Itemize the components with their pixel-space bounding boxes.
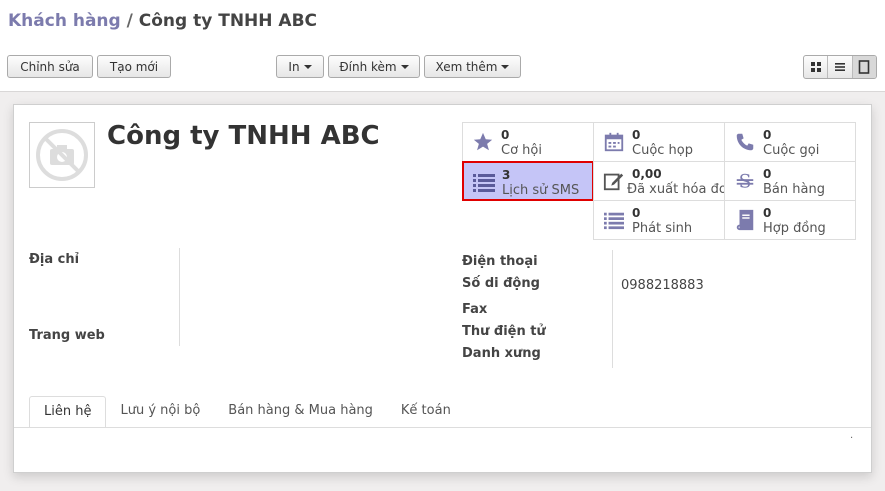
breadcrumb-separator: / xyxy=(126,11,133,31)
stat-label: Bán hàng xyxy=(763,182,825,197)
create-button[interactable]: Tạo mới xyxy=(97,55,171,78)
no-image-icon xyxy=(36,129,88,181)
address-label: Địa chỉ xyxy=(29,252,80,267)
star-icon xyxy=(471,130,495,154)
field-divider xyxy=(179,248,180,346)
breadcrumb-parent[interactable]: Khách hàng xyxy=(8,11,121,31)
tab-contacts[interactable]: Liên hệ xyxy=(29,396,107,428)
tab-divider xyxy=(14,427,871,428)
edit-button-label: Chỉnh sửa xyxy=(20,59,80,74)
list-icon xyxy=(472,170,496,194)
print-label: In xyxy=(288,59,300,74)
partner-avatar[interactable] xyxy=(29,122,95,188)
notebook-tabs: Liên hệ Lưu ý nội bộ Bán hàng & Mua hàng… xyxy=(29,396,465,428)
create-button-label: Tạo mới xyxy=(109,59,159,74)
tab-internal-notes[interactable]: Lưu ý nội bộ xyxy=(106,396,214,428)
stat-label: Cơ hội xyxy=(501,143,542,158)
caret-down-icon xyxy=(400,64,409,69)
email-label: Thư điện tử xyxy=(462,324,546,339)
caret-down-icon xyxy=(303,64,312,69)
caret-down-icon xyxy=(501,64,510,69)
form-icon xyxy=(859,60,870,74)
phone-label: Điện thoại xyxy=(462,254,538,269)
stat-value: 0 xyxy=(763,206,772,220)
meetings-button[interactable]: 0 Cuộc họp xyxy=(593,122,725,162)
form-sheet: Công ty TNHH ABC 0 Cơ hội 0 Cuộc họp 0 C… xyxy=(13,104,872,473)
list-icon xyxy=(602,208,626,232)
stat-value: 0 xyxy=(763,128,772,142)
stat-label: Hợp đồng xyxy=(763,221,826,236)
tab-sales-purchase[interactable]: Bán hàng & Mua hàng xyxy=(214,396,387,428)
journal-items-button[interactable]: 0 Phát sinh xyxy=(593,200,725,240)
list-view-button[interactable] xyxy=(828,56,853,78)
title-label: Danh xưng xyxy=(462,346,541,361)
book-icon xyxy=(733,208,757,232)
form-view-button[interactable] xyxy=(852,56,876,78)
pencil-icon xyxy=(602,169,626,193)
stat-value: 0 xyxy=(763,167,772,181)
breadcrumb: Khách hàng / Công ty TNHH ABC xyxy=(8,11,317,31)
contracts-button[interactable]: 0 Hợp đồng xyxy=(724,200,856,240)
stat-value: 0 xyxy=(501,128,510,142)
attach-label: Đính kèm xyxy=(339,59,397,74)
edit-button[interactable]: Chỉnh sửa xyxy=(7,55,93,78)
grid-icon xyxy=(810,62,821,72)
calls-button[interactable]: 0 Cuộc gọi xyxy=(724,122,856,162)
more-label: Xem thêm xyxy=(435,59,498,74)
attach-dropdown[interactable]: Đính kèm xyxy=(328,55,420,78)
fax-label: Fax xyxy=(462,302,488,317)
stat-label: Đã xuất hóa đơn xyxy=(627,182,736,197)
print-dropdown[interactable]: In xyxy=(276,55,324,78)
stat-label: Lịch sử SMS xyxy=(502,183,580,198)
mobile-value[interactable]: 0988218883 xyxy=(621,278,704,293)
website-label: Trang web xyxy=(29,328,105,343)
tab-accounting[interactable]: Kế toán xyxy=(387,396,465,428)
mobile-label: Số di động xyxy=(462,276,540,291)
stat-value: 0,00 xyxy=(632,167,662,181)
opportunities-button[interactable]: 0 Cơ hội xyxy=(462,122,594,162)
stat-value: 0 xyxy=(632,128,641,142)
field-divider xyxy=(612,250,613,368)
smart-button-box: 0 Cơ hội 0 Cuộc họp 0 Cuộc gọi 3 Lịch sử… xyxy=(462,122,857,240)
breadcrumb-current: Công ty TNHH ABC xyxy=(138,11,318,31)
sales-button[interactable]: S 0 Bán hàng xyxy=(724,161,856,201)
partner-name: Công ty TNHH ABC xyxy=(107,121,380,151)
invoiced-button[interactable]: 0,00 Đã xuất hóa đơn xyxy=(593,161,735,201)
stat-value: 3 xyxy=(502,168,511,182)
list-icon xyxy=(834,63,845,71)
tab-content-dot: . xyxy=(850,430,854,441)
stat-value: 0 xyxy=(632,206,641,220)
more-dropdown[interactable]: Xem thêm xyxy=(424,55,521,78)
svg-text:S: S xyxy=(739,171,752,192)
stat-label: Cuộc gọi xyxy=(763,143,820,158)
sms-history-button[interactable]: 3 Lịch sử SMS xyxy=(462,161,594,201)
stat-label: Phát sinh xyxy=(632,221,693,236)
control-panel: Khách hàng / Công ty TNHH ABC Chỉnh sửa … xyxy=(0,0,885,92)
calendar-icon xyxy=(602,130,626,154)
view-switcher xyxy=(803,55,877,79)
kanban-view-button[interactable] xyxy=(804,56,829,78)
dollar-icon: S xyxy=(733,169,757,193)
stat-label: Cuộc họp xyxy=(632,143,693,158)
phone-icon xyxy=(733,130,757,154)
